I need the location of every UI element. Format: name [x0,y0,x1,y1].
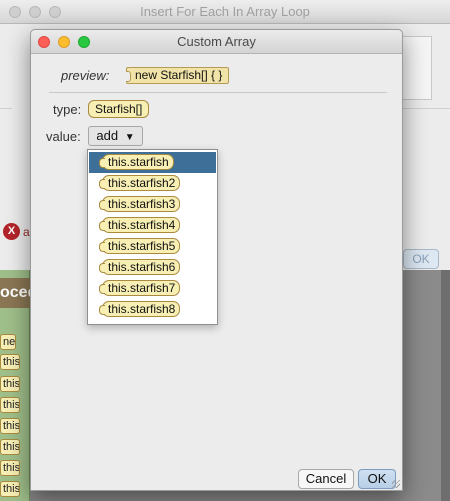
menu-item-starfish6[interactable]: this.starfish6 [89,257,216,278]
error-icon: X [3,223,20,240]
procedure-header: oced [0,278,30,308]
menu-item-tile: this.starfish8 [98,301,181,317]
code-tile[interactable]: this [0,439,20,455]
add-button-label: add [96,128,119,143]
menu-item-tile: this.starfish2 [98,175,181,191]
preview-tile: new Starfish[] { } [126,67,230,84]
code-tile[interactable]: this [0,481,20,497]
code-tile[interactable]: this [0,397,20,413]
dialog-title: Custom Array [177,34,256,49]
cancel-button[interactable]: Cancel [298,469,354,489]
menu-item-starfish7[interactable]: this.starfish7 [89,278,216,299]
background-divider-left [0,108,12,109]
menu-item-tile: this.starfish5 [98,238,181,254]
resize-grip[interactable] [392,480,400,488]
code-tile[interactable]: this [0,418,20,434]
menu-item-tile: this.starfish7 [98,280,181,296]
menu-item-starfish4[interactable]: this.starfish4 [89,215,216,236]
menu-item-tile: this.starfish6 [98,259,181,275]
menu-item-tile: this.starfish [99,154,174,170]
code-tile[interactable]: this [0,460,20,476]
menu-item-tile: this.starfish4 [98,217,181,233]
code-tile[interactable]: ne [0,334,16,350]
error-message: a [23,225,30,239]
value-label: value: [46,129,81,144]
dropdown-arrow-icon: ▼ [124,132,135,143]
type-label: type: [53,102,82,117]
menu-item-starfish[interactable]: this.starfish [89,152,216,173]
dialog-titlebar[interactable]: Custom Array [31,30,402,54]
code-tile[interactable]: this [0,354,20,370]
type-tile: Starfish[] [88,100,150,118]
custom-array-dialog: Custom Array preview: new Starfish[] { }… [30,29,403,491]
background-divider [398,108,450,109]
background-window-title: Insert For Each In Array Loop [140,4,310,19]
background-titlebar: Insert For Each In Array Loop [0,0,450,24]
background-input-box [398,36,432,100]
dropdown-menu: this.starfish this.starfish2 this.starfi… [87,149,218,325]
background-ok-button[interactable]: OK [403,249,439,269]
menu-item-starfish5[interactable]: this.starfish5 [89,236,216,257]
preview-label: preview: [61,68,110,83]
code-tile[interactable]: this [0,376,20,392]
menu-item-starfish3[interactable]: this.starfish3 [89,194,216,215]
ok-button[interactable]: OK [358,469,396,489]
menu-item-starfish2[interactable]: this.starfish2 [89,173,216,194]
add-dropdown-button[interactable]: add ▼ [88,126,143,146]
menu-item-tile: this.starfish3 [98,196,181,212]
divider [49,92,387,93]
editor-scrollbar[interactable] [441,270,450,501]
menu-item-starfish8[interactable]: this.starfish8 [89,299,216,320]
